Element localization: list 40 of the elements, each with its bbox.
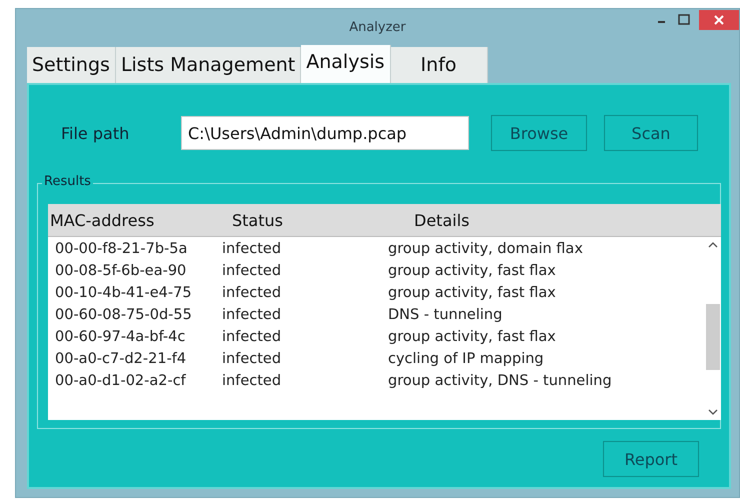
table-cell-text: 00-60-97-4a-bf-4c <box>54 329 186 345</box>
column-header[interactable]: MAC-address <box>48 210 232 230</box>
tab[interactable]: Info <box>390 47 488 83</box>
column-header[interactable]: Status <box>232 210 414 230</box>
report-button[interactable]: Report <box>603 441 699 477</box>
table-cell-text: 00-00-f8-21-7b-5a <box>54 241 188 257</box>
close-icon <box>714 15 724 25</box>
table-cell-text: 00-60-08-75-0d-55 <box>54 307 193 323</box>
tab[interactable]: Analysis <box>301 45 391 83</box>
table-cell-text: infected <box>222 329 282 345</box>
scroll-thumb[interactable] <box>706 304 720 370</box>
window-title: Analyzer <box>349 20 406 34</box>
table-cell-text: infected <box>222 285 282 301</box>
table-cell: DNS - tunneling <box>388 307 502 323</box>
table-cell-text: infected <box>222 307 282 323</box>
scroll-down-icon[interactable] <box>708 408 718 416</box>
tab[interactable]: Settings <box>27 47 116 83</box>
table-cell-text: 00-08-5f-6b-ea-90 <box>54 263 188 279</box>
table-cell-text: infected <box>222 263 282 279</box>
scroll-up-icon[interactable] <box>708 241 718 249</box>
tab[interactable]: Lists Management <box>116 47 302 83</box>
column-header[interactable]: Details <box>414 210 470 230</box>
file-path-field[interactable]: C:\Users\Admin\dump.pcap <box>181 116 469 150</box>
table-cell: group activity, fast flax <box>388 329 556 345</box>
table-cell-text: 00-10-4b-41-e4-75 <box>54 285 193 301</box>
maximize-icon[interactable] <box>677 13 691 27</box>
table-cell-text: infected <box>222 241 282 257</box>
table-cell-text: infected <box>222 351 282 367</box>
file-path-label: File path <box>61 124 130 142</box>
table-cell: group activity, domain flax <box>388 241 583 257</box>
table-cell: group activity, DNS - tunneling <box>388 373 612 389</box>
table-cell: cycling of IP mapping <box>388 351 544 367</box>
browse-button[interactable]: Browse <box>491 115 587 151</box>
scan-button[interactable]: Scan <box>604 115 698 151</box>
table-cell-text: 00-a0-d1-02-a2-cf <box>54 373 187 389</box>
table-cell-text: 00-a0-c7-d2-21-f4 <box>54 351 188 367</box>
table-cell: group activity, fast flax <box>388 285 556 301</box>
table-cell: group activity, fast flax <box>388 263 556 279</box>
close-button[interactable] <box>699 10 739 30</box>
table-cell-text: infected <box>222 373 282 389</box>
